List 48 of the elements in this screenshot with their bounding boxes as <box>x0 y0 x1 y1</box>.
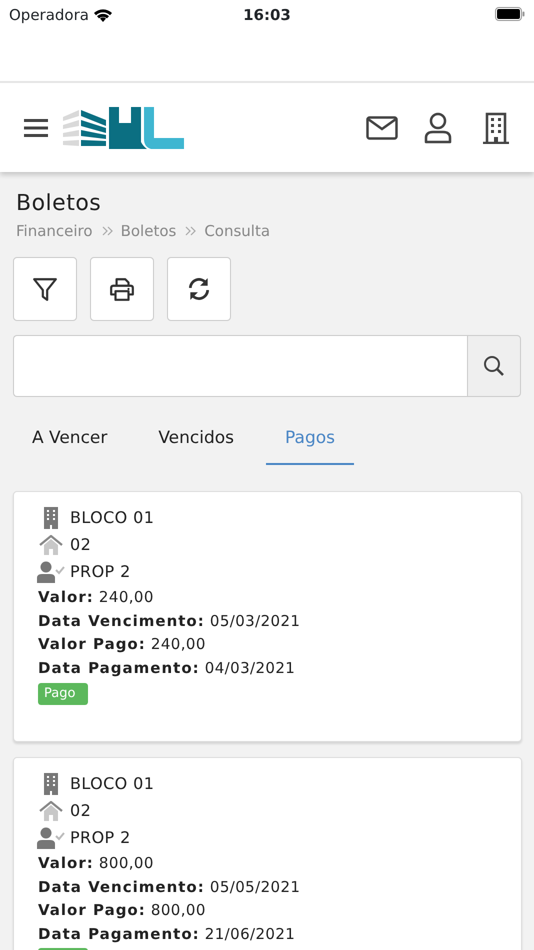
detail-line: Valor Pago: 800,00 <box>38 900 207 921</box>
page-title: Boletos <box>16 190 102 218</box>
print-button[interactable] <box>90 256 154 320</box>
tab[interactable]: Vencidos <box>139 414 254 465</box>
house-icon <box>39 800 63 820</box>
card-text: 02 <box>70 800 92 822</box>
filter-icon <box>32 276 58 302</box>
card-text: BLOCO 01 <box>70 772 154 795</box>
menu-icon[interactable] <box>24 118 48 138</box>
breadcrumb-link[interactable]: Financeiro <box>16 220 93 242</box>
printer-icon <box>109 276 135 302</box>
house-icon <box>39 534 63 554</box>
refresh-button[interactable] <box>167 256 231 320</box>
search-icon <box>483 354 505 376</box>
detail-line: Valor Pago: 240,00 <box>38 634 207 655</box>
detail-line: Data Pagamento: 21/06/2021 <box>38 924 296 944</box>
user-check-icon <box>37 826 65 848</box>
detail-line: Valor: 240,00 <box>38 587 155 608</box>
clock-time: 16:03 <box>242 5 292 26</box>
chevron-icon <box>102 226 114 236</box>
card-text: PROP 2 <box>70 560 131 583</box>
tab[interactable]: Pagos <box>266 414 354 465</box>
card-text: PROP 2 <box>70 826 131 849</box>
battery-icon <box>495 7 525 21</box>
status-badge: Pago <box>38 683 88 704</box>
chevron-icon <box>185 226 198 236</box>
detail-line: Data Pagamento: 04/03/2021 <box>38 658 296 678</box>
refresh-icon <box>186 276 212 302</box>
detail-line: Data Vencimento: 05/05/2021 <box>38 876 302 898</box>
breadcrumb-link[interactable]: Consulta <box>204 220 270 242</box>
wifi-icon <box>92 8 113 23</box>
breadcrumb-link[interactable]: Boletos <box>120 220 176 242</box>
carrier-name: Operadora <box>9 5 89 26</box>
search-field[interactable] <box>13 334 467 396</box>
building-icon[interactable] <box>482 112 510 144</box>
logo-icon <box>63 106 184 148</box>
detail-line: Data Vencimento: 05/03/2021 <box>38 610 302 632</box>
building-icon <box>42 772 60 794</box>
mail-icon[interactable] <box>366 116 398 140</box>
search-button[interactable] <box>467 334 521 396</box>
user-icon[interactable] <box>424 112 452 144</box>
detail-line: Valor: 800,00 <box>38 853 155 874</box>
tab[interactable]: A Vencer <box>13 414 126 465</box>
user-check-icon <box>37 560 65 582</box>
filter-button[interactable] <box>13 256 77 320</box>
card-text: BLOCO 01 <box>70 506 154 529</box>
building-icon <box>42 506 60 528</box>
card-text: 02 <box>70 534 92 556</box>
